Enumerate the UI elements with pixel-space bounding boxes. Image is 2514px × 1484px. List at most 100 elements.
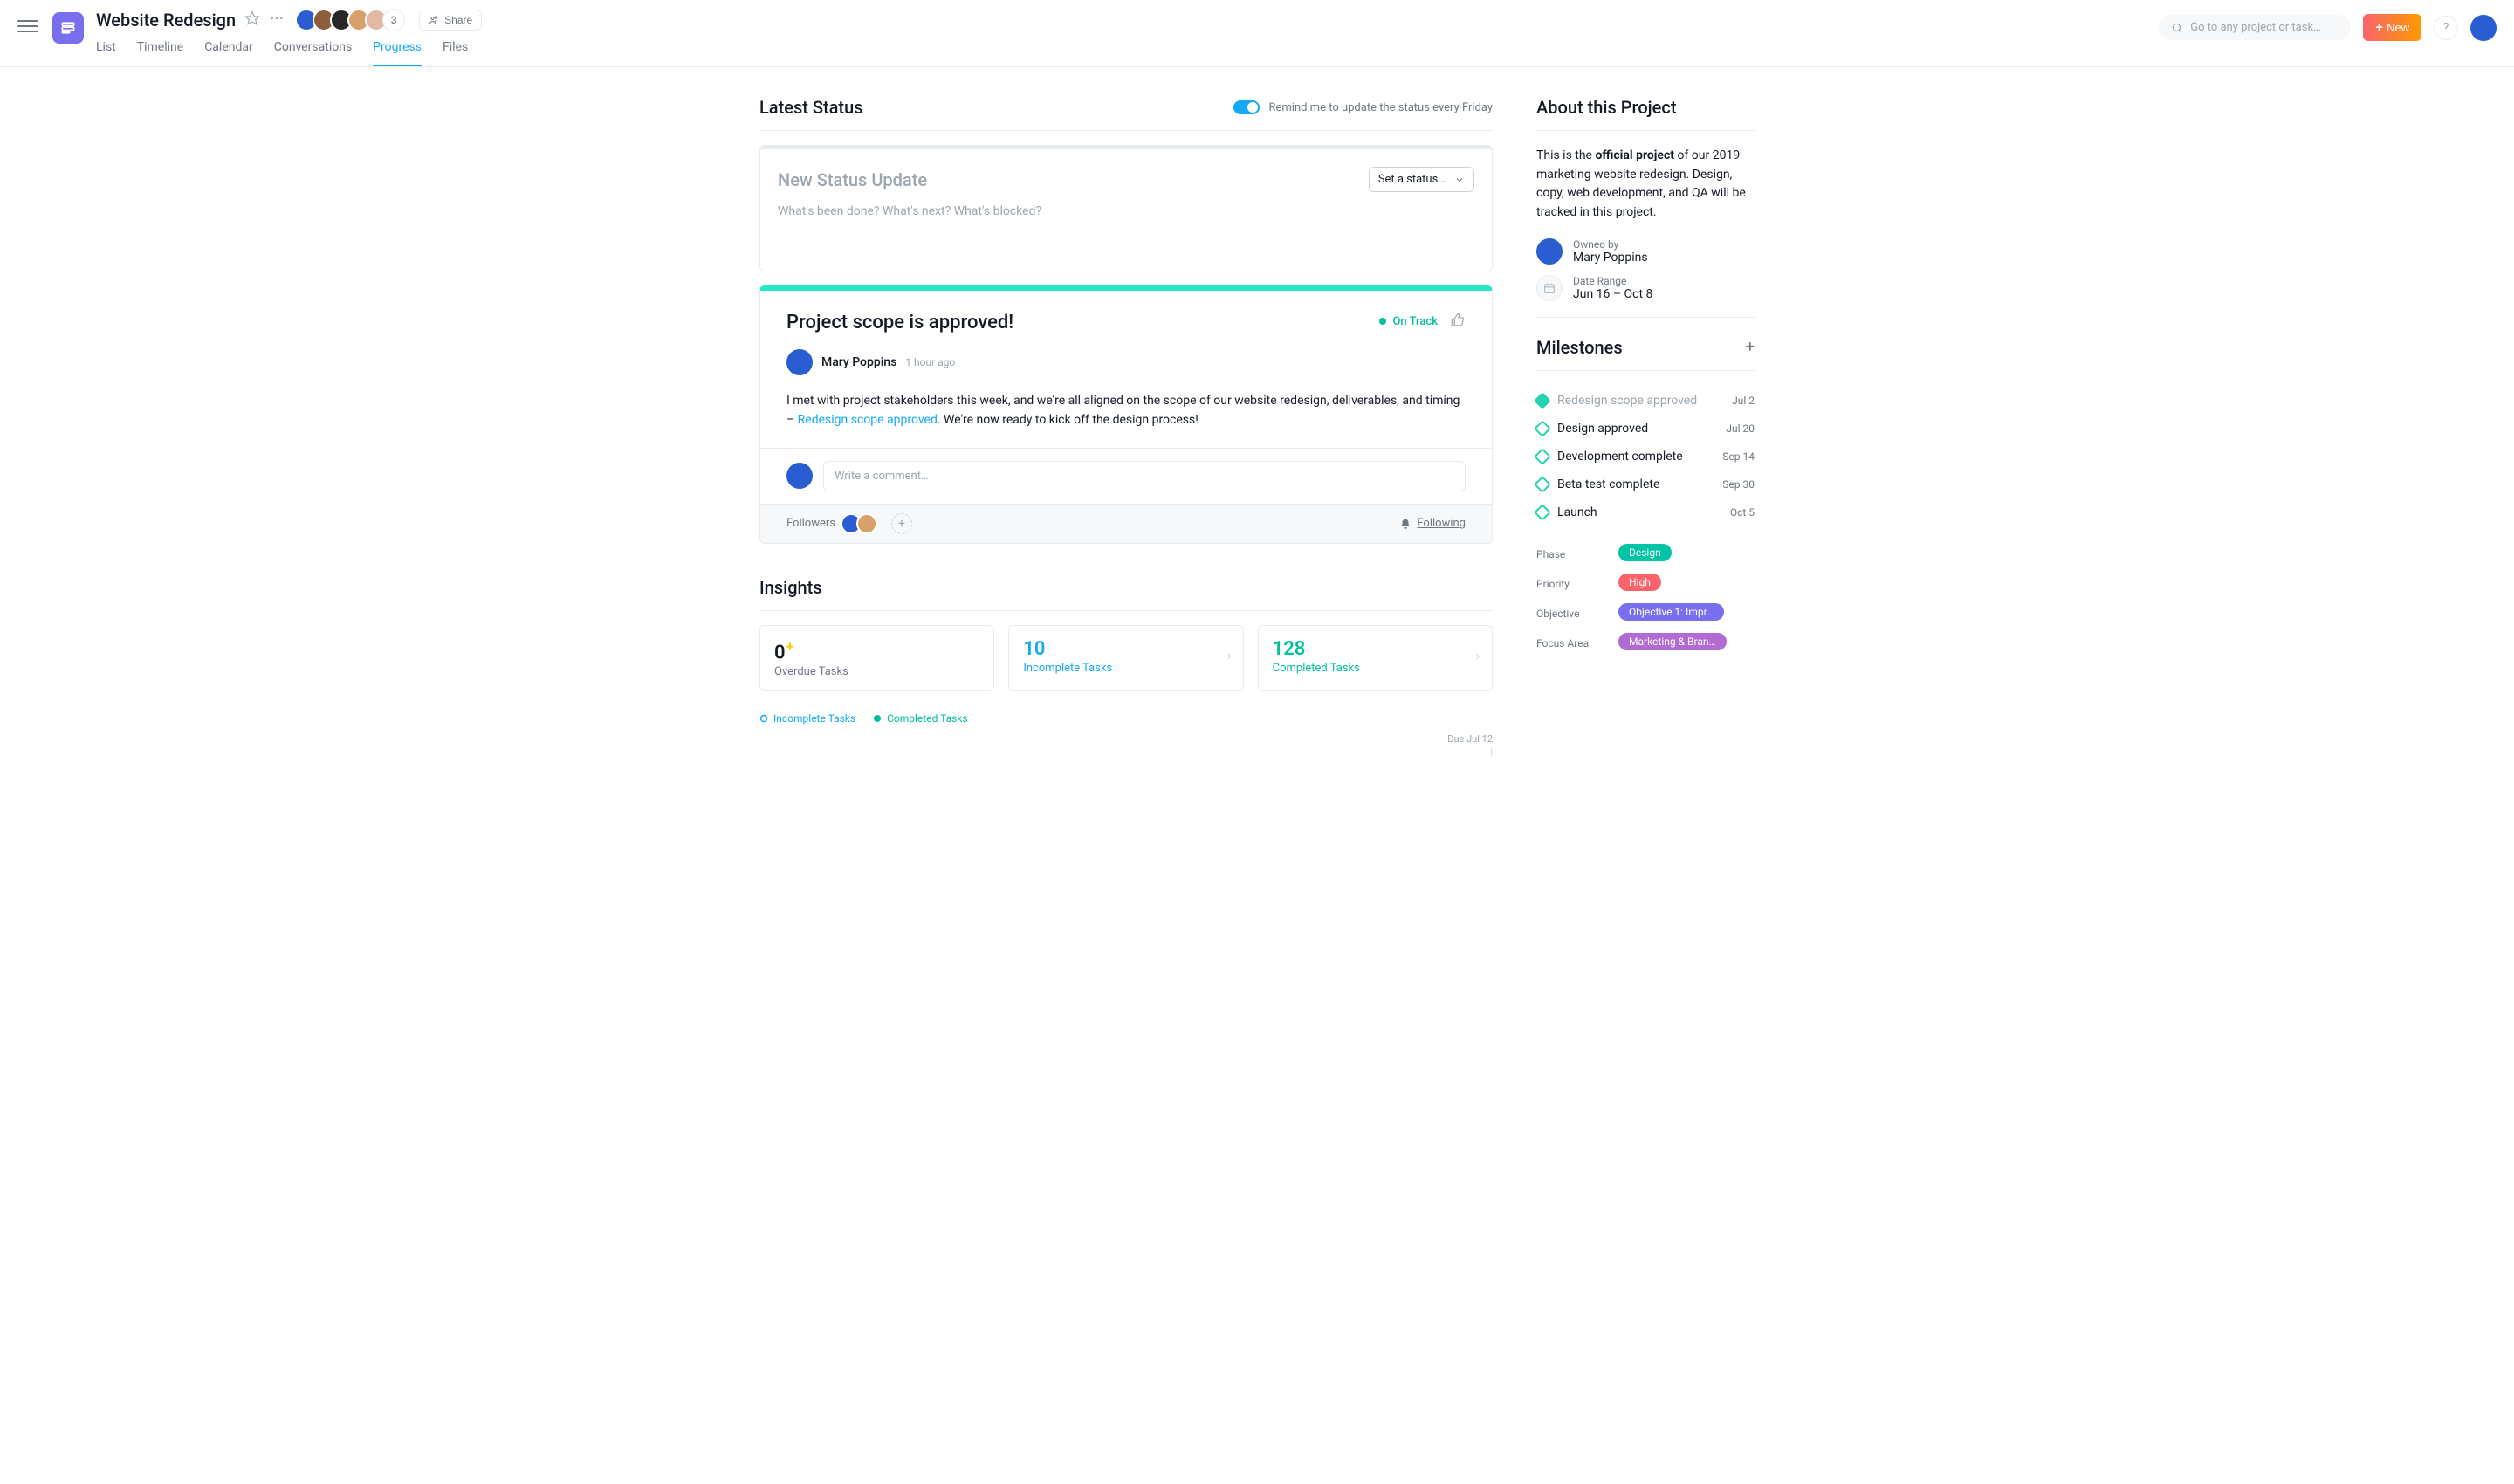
following-button[interactable]: Following — [1399, 517, 1466, 530]
milestone-date: Jul 20 — [1726, 423, 1755, 435]
priority-pill[interactable]: High — [1618, 574, 1661, 591]
owner-avatar — [1536, 238, 1563, 265]
about-title: About this Project — [1536, 97, 1755, 131]
phase-pill[interactable]: Design — [1618, 544, 1672, 561]
plus-indicator-icon: + — [786, 638, 794, 655]
legend-complete[interactable]: Completed Tasks — [873, 712, 968, 725]
owner-row[interactable]: Owned by Mary Poppins — [1536, 238, 1755, 265]
following-label: Following — [1417, 517, 1466, 530]
composer-body[interactable]: What's been done? What's next? What's bl… — [778, 204, 1474, 218]
tab-progress[interactable]: Progress — [373, 40, 422, 66]
status-badge: On Track — [1379, 315, 1438, 328]
me-avatar[interactable] — [2470, 15, 2497, 41]
insight-complete[interactable]: 128 Completed Tasks — [1258, 625, 1493, 691]
status-select[interactable]: Set a status… — [1369, 167, 1474, 192]
milestone-row[interactable]: Launch Oct 5 — [1536, 498, 1755, 526]
topbar: Website Redesign 3 Share List Time — [0, 0, 2514, 67]
status-composer: New Status Update Set a status… What's b… — [759, 145, 1493, 271]
like-button[interactable] — [1450, 312, 1466, 331]
menu-icon[interactable] — [17, 16, 38, 37]
tab-files[interactable]: Files — [443, 40, 468, 66]
follower-avatar[interactable] — [856, 513, 877, 534]
phase-label: Phase — [1536, 548, 1606, 560]
chart-due-label: Due Jul 12 — [759, 733, 1493, 745]
status-badge-label: On Track — [1392, 315, 1438, 328]
insight-incomplete[interactable]: 10 Incomplete Tasks — [1008, 625, 1243, 691]
search-placeholder: Go to any project or task… — [2190, 21, 2321, 34]
update-body: I met with project stakeholders this wee… — [786, 391, 1466, 430]
member-avatars[interactable]: 3 — [300, 9, 405, 31]
chevron-right-icon — [1473, 651, 1483, 665]
milestone-diamond-icon — [1534, 420, 1551, 437]
chevron-down-icon — [1454, 175, 1465, 185]
help-button[interactable]: ? — [2434, 16, 2458, 40]
update-body-suffix: . We're now ready to kick off the design… — [938, 413, 1199, 427]
insight-overdue[interactable]: 0+ Overdue Tasks — [759, 625, 994, 691]
milestone-label: Beta test complete — [1557, 477, 1659, 491]
me-avatar-small — [786, 463, 813, 489]
share-button[interactable]: Share — [419, 10, 482, 31]
add-follower-button[interactable]: + — [891, 513, 912, 534]
update-title: Project scope is approved! — [786, 312, 1013, 333]
milestone-label: Launch — [1557, 505, 1597, 519]
tab-timeline[interactable]: Timeline — [137, 40, 183, 66]
reminder-text: Remind me to update the status every Fri… — [1268, 101, 1493, 114]
tab-list[interactable]: List — [96, 40, 116, 66]
about-text: This is the official project of our 2019… — [1536, 147, 1755, 223]
status-dot-icon — [1379, 318, 1386, 325]
owned-by-label: Owned by — [1573, 238, 1648, 251]
avatar-overflow[interactable]: 3 — [382, 9, 405, 31]
insights-title: Insights — [759, 577, 1493, 598]
milestone-row[interactable]: Beta test completeSep 30 — [1536, 471, 1755, 498]
reminder-toggle[interactable] — [1233, 100, 1260, 114]
focus-pill[interactable]: Marketing & Bran… — [1618, 633, 1727, 650]
bell-icon — [1399, 518, 1412, 530]
update-body-link[interactable]: Redesign scope approved — [798, 413, 938, 427]
share-label: Share — [444, 14, 472, 26]
owner-name: Mary Poppins — [1573, 251, 1648, 265]
tabs: List Timeline Calendar Conversations Pro… — [96, 40, 2159, 66]
comment-input[interactable]: Write a comment… — [823, 461, 1466, 491]
milestone-row[interactable]: Design approved Jul 20 — [1536, 415, 1755, 443]
focus-label: Focus Area — [1536, 637, 1606, 649]
milestone-row[interactable]: Development completeSep 14 — [1536, 443, 1755, 471]
milestone-row[interactable]: Redesign scope approved Jul 2 — [1536, 387, 1755, 415]
comment-row: Write a comment… — [760, 448, 1492, 504]
overdue-num: 0 — [774, 642, 786, 663]
add-milestone-button[interactable]: + — [1746, 338, 1755, 356]
milestone-date: Jul 2 — [1732, 395, 1755, 407]
latest-status-title: Latest Status — [759, 97, 863, 118]
date-range-row[interactable]: Date Range Jun 16 – Oct 8 — [1536, 275, 1755, 301]
milestone-diamond-icon — [1534, 392, 1551, 409]
objective-label: Objective — [1536, 608, 1606, 620]
milestone-label: Redesign scope approved — [1557, 394, 1697, 408]
project-icon[interactable] — [52, 12, 84, 44]
new-label: New — [2387, 21, 2409, 34]
status-update-card: Project scope is approved! On Track Mary… — [759, 285, 1493, 544]
author-name: Mary Poppins — [821, 355, 896, 369]
complete-num: 128 — [1273, 638, 1478, 660]
search-input[interactable]: Go to any project or task… — [2159, 15, 2351, 40]
objective-pill[interactable]: Objective 1: Impr… — [1618, 603, 1724, 621]
milestone-date: Oct 5 — [1730, 506, 1755, 519]
header-right: Go to any project or task… + New ? — [2159, 14, 2497, 41]
more-icon[interactable] — [269, 10, 285, 30]
tab-calendar[interactable]: Calendar — [204, 40, 253, 66]
header-main: Website Redesign 3 Share List Time — [96, 9, 2159, 66]
complete-label: Completed Tasks — [1273, 662, 1478, 675]
composer-title: New Status Update — [778, 169, 927, 190]
milestone-label: Design approved — [1557, 422, 1648, 436]
incomplete-label: Incomplete Tasks — [1023, 662, 1228, 675]
legend-incomplete[interactable]: Incomplete Tasks — [759, 712, 855, 725]
milestone-diamond-icon — [1534, 504, 1551, 521]
author-avatar[interactable] — [786, 349, 813, 375]
date-range-value: Jun 16 – Oct 8 — [1573, 287, 1652, 301]
new-button[interactable]: + New — [2363, 14, 2421, 41]
milestone-date: Sep 14 — [1722, 450, 1755, 463]
milestone-diamond-icon — [1534, 448, 1551, 465]
milestones-title: Milestones — [1536, 337, 1623, 358]
followers-label: Followers — [786, 517, 835, 530]
star-icon[interactable] — [244, 10, 260, 30]
insights-cards: 0+ Overdue Tasks 10 Incomplete Tasks 128… — [759, 625, 1493, 691]
tab-conversations[interactable]: Conversations — [274, 40, 352, 66]
